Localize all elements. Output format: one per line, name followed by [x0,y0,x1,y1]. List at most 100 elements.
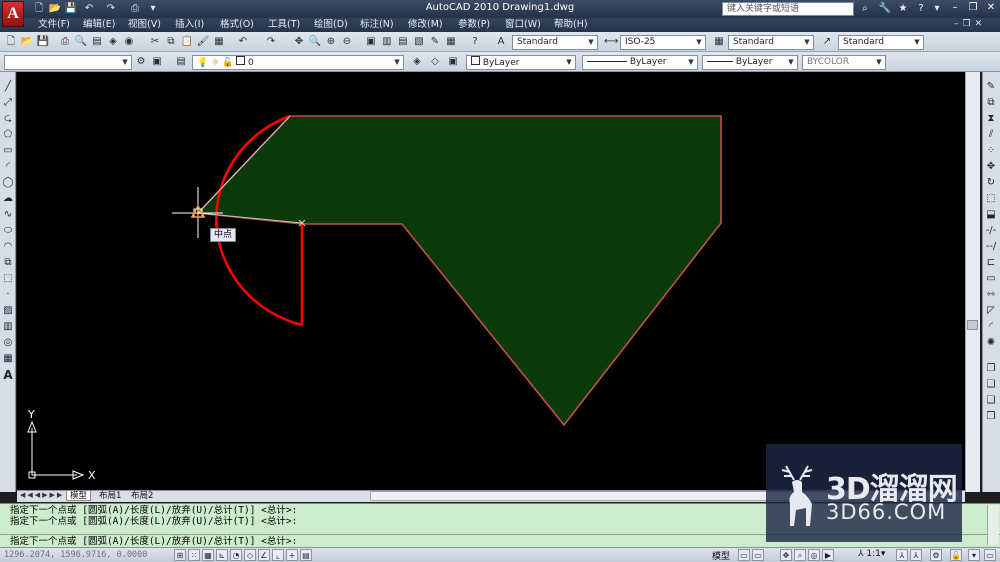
help-icon[interactable]: ? [914,2,928,16]
trim-icon[interactable]: -/- [984,224,998,238]
ellipse-icon[interactable]: ⬭ [1,224,15,238]
table-icon[interactable]: ▦ [1,352,15,366]
showmotion-icon[interactable]: ▶ [822,549,834,561]
zoom-window-icon[interactable]: ⊕ [324,35,338,49]
layer-states-icon[interactable]: ▣ [446,55,460,69]
multileader-style-select[interactable]: Standard ▼ [838,35,924,50]
cut-icon[interactable]: ✂ [148,35,162,49]
lineweight-toggle[interactable]: ▤ [300,549,312,561]
workspace-settings-icon[interactable]: ⚙ [134,55,148,69]
osnap-toggle[interactable]: ◇ [244,549,256,561]
minimize-icon[interactable]: – [948,1,962,15]
redo-toolbar-icon[interactable]: ↷ [264,35,278,49]
copy-icon[interactable]: ⧉ [164,35,178,49]
tool-palettes-icon[interactable]: ▤ [396,35,410,49]
annotation-scale[interactable]: ⅄ 1:1▾ [858,549,885,559]
menu-tools[interactable]: 工具(T) [268,19,300,31]
spline-icon[interactable]: ∿ [1,208,15,222]
close-icon[interactable]: ✕ [984,1,998,15]
command-prompt-line[interactable]: 指定下一个点或 [圆弧(A)/长度(L)/放弃(U)/总计(T)] <总计>: [10,536,297,547]
menu-modify[interactable]: 修改(M) [408,19,443,31]
markup-icon[interactable]: ✎ [428,35,442,49]
multileader-style-icon[interactable]: ↗ [820,35,834,49]
rectangle-icon[interactable]: ▭ [1,144,15,158]
menu-file[interactable]: 文件(F) [38,19,70,31]
chamfer-icon[interactable]: ◸ [984,304,998,318]
tab-navigation-arrows[interactable]: ◀◀◀▶▶▶ [20,491,64,499]
drawing-area[interactable]: 中点 Y X [17,72,965,490]
zoom-previous-icon[interactable]: ⊖ [340,35,354,49]
restore-icon[interactable]: ❐ [966,1,980,15]
open-icon[interactable]: 📂 [20,35,34,49]
workspace-switch-icon[interactable]: ⚙ [930,549,942,561]
break-at-point-icon[interactable]: ⊏ [984,256,998,270]
favorites-star-icon[interactable]: ★ [896,2,910,16]
stretch-icon[interactable]: ⬓ [984,208,998,222]
status-bar-menu-icon[interactable]: ▾ [968,549,980,561]
quickcalc-icon[interactable]: ▦ [444,35,458,49]
array-icon[interactable]: ⁘ [984,144,998,158]
print-preview-icon[interactable]: 🔍 [74,35,88,49]
coordinate-readout[interactable]: 1296.2074, 1596.9716, 0.0000 [4,550,147,560]
document-window-controls[interactable]: –❐✕ [954,19,994,29]
quick-access-dropdown-icon[interactable]: ▾ [146,2,160,16]
grid-toggle[interactable]: ▦ [202,549,214,561]
ellipse-arc-icon[interactable]: ◠ [1,240,15,254]
linetype-select[interactable]: ByLayer ▼ [582,55,698,70]
break-icon[interactable]: ▭ [984,272,998,286]
menu-insert[interactable]: 插入(I) [175,19,204,31]
menu-draw[interactable]: 绘图(D) [314,19,348,31]
line-icon[interactable]: ╱ [1,80,15,94]
color-select[interactable]: ByLayer ▼ [466,55,576,70]
steering-wheel-icon[interactable]: ◎ [808,549,820,561]
menu-parametric[interactable]: 参数(P) [458,19,490,31]
design-center-icon[interactable]: ▥ [380,35,394,49]
annotation-visibility-icon[interactable]: ⅄ [896,549,908,561]
model-space-button[interactable]: 模型 [712,549,730,562]
undo-icon[interactable]: ↶ [82,2,96,16]
copy-object-icon[interactable]: ⧉ [984,96,998,110]
clean-screen-icon[interactable]: ▭ [984,549,996,561]
publish-icon[interactable]: ▤ [90,35,104,49]
table-style-select[interactable]: Standard ▼ [728,35,814,50]
tab-layout2[interactable]: 布局2 [128,491,156,501]
quick-view-layouts-icon[interactable]: ▭ [738,549,750,561]
etransmit-icon[interactable]: ◉ [122,35,136,49]
point-icon[interactable]: · [1,288,15,302]
draw-order-front-icon[interactable]: ❐ [984,362,998,376]
bring-above-icon[interactable]: ❑ [984,394,998,408]
menu-view[interactable]: 视图(V) [128,19,161,31]
open-file-icon[interactable]: 📂 [48,2,62,16]
dim-style-select[interactable]: ISO-25 ▼ [620,35,706,50]
join-icon[interactable]: ⇿ [984,288,998,302]
layer-previous-icon[interactable]: ◇ [428,55,442,69]
hatch-icon[interactable]: ▨ [1,304,15,318]
fillet-icon[interactable]: ◜ [984,320,998,334]
move-icon[interactable]: ✥ [984,160,998,174]
zoom-status-icon[interactable]: ⌕ [794,549,806,561]
undo-toolbar-icon[interactable]: ↶ [236,35,250,49]
pan-icon[interactable]: ✥ [292,35,306,49]
mirror-icon[interactable]: ⧗ [984,112,998,126]
menu-window[interactable]: 窗口(W) [505,19,541,31]
erase-icon[interactable]: ✎ [984,80,998,94]
binoculars-icon[interactable]: ⌕ [858,2,872,16]
lineweight-select[interactable]: ByLayer ▼ [702,55,798,70]
table-style-icon[interactable]: ▦ [712,35,726,49]
otrack-toggle[interactable]: ∠ [258,549,270,561]
communication-center-icon[interactable]: 🔧 [878,2,892,16]
layer-manager-icon[interactable]: ▤ [174,55,188,69]
save-toolbar-icon[interactable]: 💾 [36,35,50,49]
ortho-toggle[interactable]: ⊾ [216,549,228,561]
ducs-toggle[interactable]: ⌞ [272,549,284,561]
properties-icon[interactable]: ▣ [364,35,378,49]
auto-scale-icon[interactable]: ⅄ [910,549,922,561]
gradient-icon[interactable]: ▥ [1,320,15,334]
save-icon[interactable]: 💾 [64,2,78,16]
dyn-toggle[interactable]: + [286,549,298,561]
make-block-icon[interactable]: ⬚ [1,272,15,286]
multiline-text-icon[interactable]: A [1,368,15,382]
vertical-scrollbar[interactable] [965,72,980,492]
insert-block-icon[interactable]: ⧉ [1,256,15,270]
offset-icon[interactable]: ⫽ [984,128,998,142]
